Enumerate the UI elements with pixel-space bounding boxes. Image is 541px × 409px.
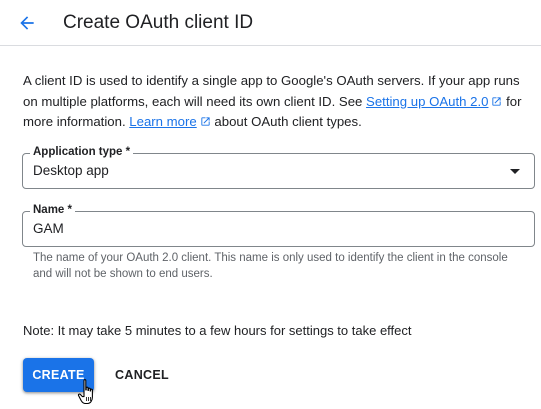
name-field-value[interactable]: GAM: [33, 220, 64, 238]
name-field-label: Name *: [30, 203, 75, 217]
description-text: A client ID is used to identify a single…: [23, 71, 533, 133]
setting-up-oauth-link[interactable]: Setting up OAuth 2.0: [366, 94, 488, 109]
learn-more-link[interactable]: Learn more: [129, 114, 196, 129]
description-part-3: about OAuth client types.: [210, 114, 362, 129]
cancel-button-label: CANCEL: [115, 368, 169, 382]
create-oauth-client-page: Create OAuth client ID A client ID is us…: [0, 0, 541, 409]
learn-more-link-label: Learn more: [129, 114, 197, 129]
name-field-hint: The name of your OAuth 2.0 client. This …: [33, 252, 508, 280]
page-header: Create OAuth client ID: [0, 0, 541, 46]
application-type-label: Application type *: [30, 145, 134, 159]
back-button[interactable]: [11, 7, 43, 39]
page-title: Create OAuth client ID: [63, 12, 254, 33]
name-field[interactable]: Name * GAM: [22, 203, 535, 247]
arrow-drop-down-icon: [510, 169, 520, 174]
application-type-select[interactable]: Application type * Desktop app: [22, 145, 535, 189]
settings-delay-note: Note: It may take 5 minutes to a few hou…: [23, 323, 412, 338]
application-type-value: Desktop app: [33, 163, 109, 178]
open-in-new-icon[interactable]: [200, 116, 211, 127]
cancel-button[interactable]: CANCEL: [106, 358, 178, 392]
hand-pointer-cursor-icon: [77, 379, 93, 405]
setting-up-oauth-link-label: Setting up OAuth 2.0: [366, 93, 489, 109]
arrow-back-icon: [20, 16, 34, 30]
open-in-new-icon[interactable]: [491, 96, 502, 107]
